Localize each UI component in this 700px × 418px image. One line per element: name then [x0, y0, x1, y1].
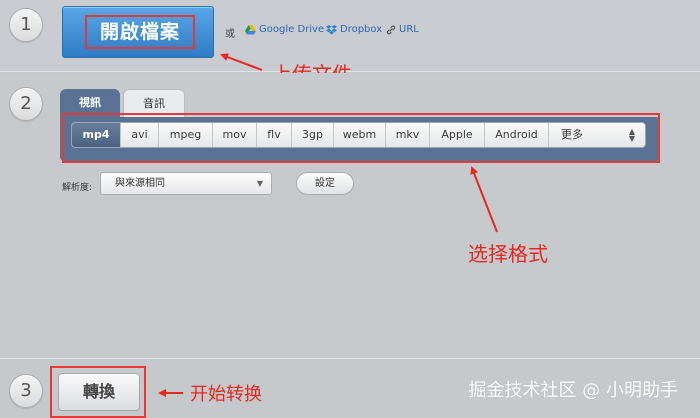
google-drive-icon	[245, 24, 256, 34]
step-format-section: 2 視訊 音訊 mp4 avi mpeg mov flv 3gp webm mk…	[0, 73, 700, 359]
step-number-3: 3	[9, 374, 43, 408]
open-file-label: 開啟檔案	[85, 15, 195, 49]
resolution-value: 與來源相同	[115, 178, 165, 189]
settings-button[interactable]: 設定	[296, 172, 354, 195]
step-convert-section: 3 轉換 开始转换 掘金技术社区 @ 小明助手	[0, 360, 700, 418]
google-drive-link[interactable]: Google Drive	[245, 24, 324, 35]
open-file-button[interactable]: 開啟檔案	[62, 6, 214, 58]
resolution-label: 解析度:	[62, 183, 93, 193]
watermark-text: 掘金技术社区 @ 小明助手	[468, 380, 678, 401]
step-number-1: 1	[9, 8, 43, 42]
link-icon	[386, 25, 396, 34]
annotation-convert: 开始转换	[190, 384, 262, 405]
dropbox-link[interactable]: Dropbox	[326, 24, 382, 35]
chevron-down-icon: ▼	[256, 179, 263, 188]
convert-button[interactable]: 轉換	[58, 373, 140, 411]
dropbox-label: Dropbox	[340, 24, 383, 35]
dropbox-icon	[326, 24, 337, 34]
format-highlight-box	[62, 113, 660, 163]
url-link[interactable]: URL	[386, 24, 419, 35]
resolution-select[interactable]: 與來源相同 ▼	[100, 172, 272, 195]
or-label: 或	[225, 29, 235, 40]
step-number-2: 2	[9, 87, 43, 121]
google-drive-label: Google Drive	[259, 24, 325, 35]
step-upload-section: 1 開啟檔案 或 Google Drive Dropbox URL 上传文件	[0, 0, 700, 86]
url-label: URL	[399, 24, 419, 35]
annotation-format: 选择格式	[468, 242, 548, 266]
